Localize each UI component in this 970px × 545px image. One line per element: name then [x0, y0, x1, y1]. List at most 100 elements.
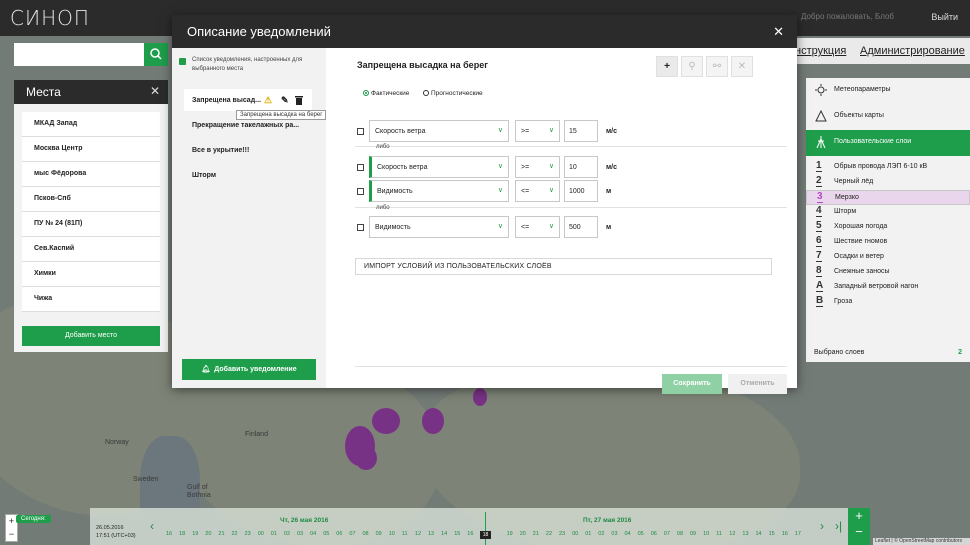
list-item[interactable]: Сев.Каспий — [22, 237, 160, 262]
import-conditions-button[interactable]: ИМПОРТ УСЛОВИЙ ИЗ ПОЛЬЗОВАТЕЛЬСКИХ СЛОЁВ — [355, 258, 772, 275]
user-layer-item[interactable]: 1 Обрыв провода ЛЭП 6-10 кВ — [806, 160, 970, 175]
user-layer-item[interactable]: 6 Шествие гномов — [806, 235, 970, 250]
timeline-tick[interactable]: 20 — [520, 531, 526, 537]
timeline-tick[interactable]: 13 — [428, 531, 434, 537]
edit-icon[interactable]: ✎ — [281, 95, 289, 106]
notification-item[interactable]: Все в укрытие!!! — [192, 147, 322, 154]
timeline-tick[interactable]: 01 — [271, 531, 277, 537]
list-item[interactable]: МКАД Запад — [22, 112, 160, 137]
timeline-tick[interactable]: 06 — [651, 531, 657, 537]
timeline-tick[interactable]: 23 — [559, 531, 565, 537]
timeline[interactable] — [90, 508, 848, 545]
timeline-tick[interactable]: 04 — [625, 531, 631, 537]
timeline-tick[interactable]: 16 — [166, 531, 172, 537]
timeline-zoom-in[interactable]: + — [848, 508, 870, 524]
operator-select[interactable]: >= ∨ — [515, 120, 560, 142]
timeline-tick[interactable]: 16 — [467, 531, 473, 537]
timeline-zoom-out[interactable]: − — [848, 524, 870, 540]
threshold-input[interactable]: 10 — [564, 156, 598, 178]
timeline-tick[interactable]: 21 — [533, 531, 539, 537]
user-layer-item[interactable]: 5 Хорошая погода — [806, 220, 970, 235]
timeline-cursor[interactable] — [485, 512, 486, 545]
logout-button[interactable]: Выйти — [931, 12, 958, 22]
timeline-tick[interactable]: 10 — [703, 531, 709, 537]
list-item[interactable]: Чижа — [22, 287, 160, 312]
zoom-out-button[interactable]: − — [6, 528, 17, 541]
user-layer-item[interactable]: A Западный ветровой нагон — [806, 280, 970, 295]
timeline-tick[interactable]: 14 — [756, 531, 762, 537]
timeline-tick[interactable]: 09 — [690, 531, 696, 537]
nav-instructions[interactable]: нструкция — [795, 45, 846, 57]
timeline-tick[interactable]: 06 — [336, 531, 342, 537]
search-button[interactable] — [144, 43, 168, 66]
user-layer-item[interactable]: 4 Шторм — [806, 205, 970, 220]
parameter-select[interactable]: Скорость ветра ∨ — [369, 120, 509, 142]
timeline-tick[interactable]: 15 — [454, 531, 460, 537]
notification-item[interactable]: Шторм — [192, 172, 322, 179]
operator-select[interactable]: >= ∨ — [515, 156, 560, 178]
timeline-end-button[interactable]: ›| — [835, 519, 842, 533]
user-layer-item[interactable]: 7 Осадки и ветер — [806, 250, 970, 265]
radio-fact[interactable]: Фактические — [363, 90, 409, 97]
condition-checkbox[interactable] — [357, 164, 364, 171]
layer-objects[interactable]: Объекты карты — [806, 104, 970, 130]
timeline-zoom[interactable]: + − — [848, 508, 870, 545]
close-icon[interactable]: ✕ — [150, 84, 160, 98]
timeline-tick[interactable]: 17 — [795, 531, 801, 537]
timeline-tick[interactable]: 23 — [245, 531, 251, 537]
timeline-tick[interactable]: 22 — [232, 531, 238, 537]
list-item[interactable]: Псков-Спб — [22, 187, 160, 212]
timeline-tick[interactable]: 19 — [507, 531, 513, 537]
add-place-button[interactable]: Добавить место — [22, 326, 160, 346]
timeline-tick[interactable]: 02 — [598, 531, 604, 537]
list-item[interactable]: ПУ № 24 (81П) — [22, 212, 160, 237]
link-icon[interactable]: ⚲ — [681, 56, 703, 77]
timeline-tick[interactable]: 07 — [349, 531, 355, 537]
timeline-tick[interactable]: 01 — [585, 531, 591, 537]
timeline-next-button[interactable]: › — [820, 519, 824, 533]
timeline-tick[interactable]: 11 — [402, 531, 408, 537]
timeline-tick[interactable]: 04 — [310, 531, 316, 537]
add-notification-button[interactable]: 🔔︎ Добавить уведомление — [182, 359, 316, 380]
timeline-tick[interactable]: 19 — [192, 531, 198, 537]
timeline-tick[interactable]: 21 — [218, 531, 224, 537]
user-layer-item[interactable]: 8 Снежные заносы — [806, 265, 970, 280]
timeline-tick[interactable]: 07 — [664, 531, 670, 537]
timeline-tick[interactable]: 03 — [297, 531, 303, 537]
list-item[interactable]: Москва Центр — [22, 137, 160, 162]
timeline-tick[interactable]: 13 — [742, 531, 748, 537]
timeline-tick[interactable]: 02 — [284, 531, 290, 537]
operator-select[interactable]: <= ∨ — [515, 180, 560, 202]
timeline-tick[interactable]: 00 — [258, 531, 264, 537]
timeline-tick[interactable]: 00 — [572, 531, 578, 537]
notification-item[interactable]: Прекращение такелажных ра... — [192, 122, 322, 129]
timeline-tick[interactable]: 08 — [677, 531, 683, 537]
timeline-tick[interactable]: 09 — [376, 531, 382, 537]
user-layer-item[interactable]: B Гроза — [806, 295, 970, 310]
nav-admin[interactable]: Администрирование — [860, 45, 965, 57]
user-layer-item[interactable]: 3 Мерзко — [806, 190, 970, 205]
timeline-tick[interactable]: 05 — [323, 531, 329, 537]
timeline-tick[interactable]: 14 — [441, 531, 447, 537]
notification-item-active[interactable]: Запрещена высад... ⚠ ✎ — [184, 89, 312, 111]
condition-checkbox[interactable] — [357, 188, 364, 195]
timeline-tick[interactable]: 11 — [716, 531, 722, 537]
timeline-tick[interactable]: 05 — [638, 531, 644, 537]
add-condition-button[interactable]: + — [656, 56, 678, 77]
timeline-tick[interactable]: 12 — [729, 531, 735, 537]
operator-select[interactable]: <= ∨ — [515, 216, 560, 238]
remove-condition-button[interactable]: ✕ — [731, 56, 753, 77]
search-input[interactable] — [14, 43, 168, 66]
timeline-tick[interactable]: 15 — [769, 531, 775, 537]
parameter-select[interactable]: Скорость ветра ∨ — [369, 156, 509, 178]
cancel-button[interactable]: Отменить — [728, 374, 787, 394]
threshold-input[interactable]: 500 — [564, 216, 598, 238]
timeline-tick[interactable]: 12 — [415, 531, 421, 537]
layer-meteo[interactable]: Метеопараметры — [806, 78, 970, 104]
layer-user[interactable]: Пользовательские слои — [806, 130, 970, 156]
threshold-input[interactable]: 1000 — [564, 180, 598, 202]
timeline-tick[interactable]: 18 — [179, 531, 185, 537]
timeline-tick[interactable]: 03 — [611, 531, 617, 537]
save-button[interactable]: Сохранить — [662, 374, 722, 394]
timeline-tick[interactable]: 22 — [546, 531, 552, 537]
